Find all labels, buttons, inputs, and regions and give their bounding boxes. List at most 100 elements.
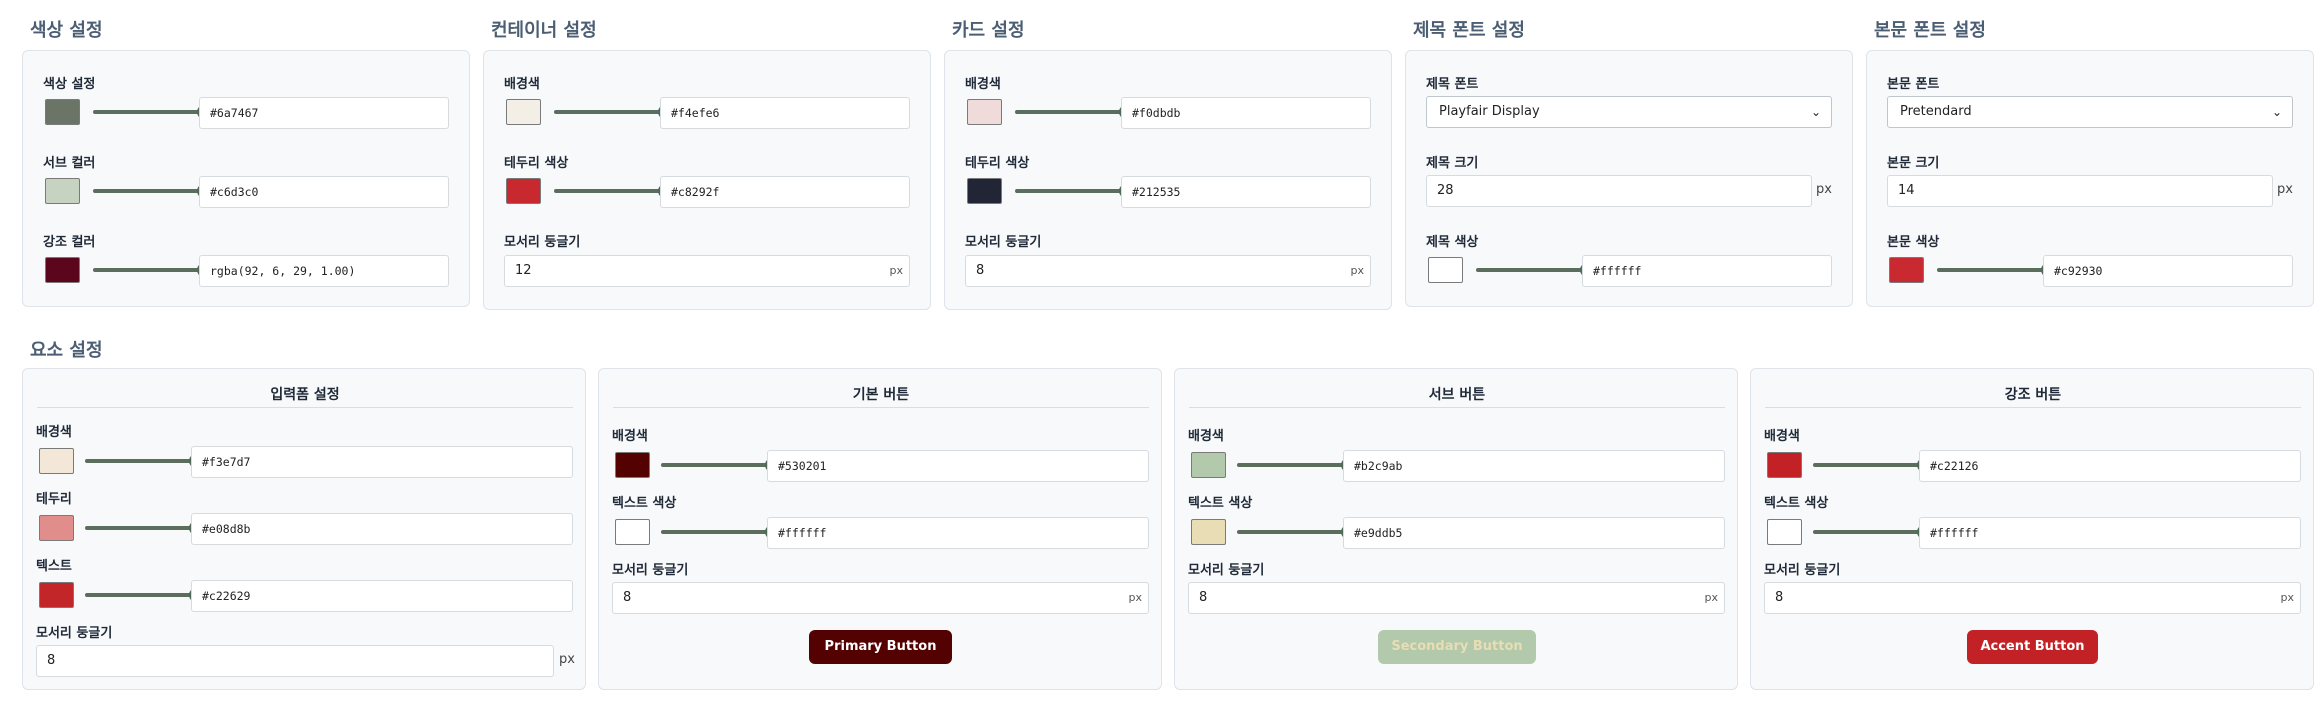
accent-bg-swatch[interactable] xyxy=(1767,452,1802,478)
section-title-container: 컨테이너 설정 xyxy=(491,20,597,41)
color-settings-panel: 색상 설정 #6a7467 서브 컬러 #c6d3c0 강조 컬러 rgba(9… xyxy=(22,50,470,307)
container-bg-slider[interactable] xyxy=(554,104,672,120)
title-size-input[interactable]: 28 xyxy=(1426,175,1812,207)
input-border-input[interactable]: #e08d8b xyxy=(191,513,573,545)
sub-color-slider[interactable] xyxy=(93,183,211,199)
container-bg-swatch[interactable] xyxy=(506,99,541,125)
container-border-swatch[interactable] xyxy=(506,178,541,204)
primary-radius-value: 8 xyxy=(623,590,632,605)
card-border-input[interactable]: #212535 xyxy=(1121,176,1371,208)
secondary-button-title: 서브 버튼 xyxy=(1428,387,1486,403)
body-color-swatch[interactable] xyxy=(1889,257,1924,283)
secondary-bg-slider[interactable] xyxy=(1237,457,1355,473)
primary-radius-label: 모서리 둥글기 xyxy=(612,563,689,578)
secondary-radius-unit: px xyxy=(1704,591,1719,604)
accent-button-panel: 강조 버튼 배경색 #c22126 텍스트 색상 #ffffff 모서리 둥글기… xyxy=(1750,368,2314,690)
accent-radius-label: 모서리 둥글기 xyxy=(1764,563,1841,578)
secondary-text-input[interactable]: #e9ddb5 xyxy=(1343,517,1725,549)
accent-color-swatch[interactable] xyxy=(45,257,80,283)
accent-bg-label: 배경색 xyxy=(1764,429,1800,444)
accent-text-slider[interactable] xyxy=(1813,524,1931,540)
card-bg-input[interactable]: #f0dbdb xyxy=(1121,97,1371,129)
primary-bg-input[interactable]: #530201 xyxy=(767,450,1149,482)
primary-button-preview[interactable]: Primary Button xyxy=(809,630,952,664)
card-radius-input[interactable]: 8 px xyxy=(965,255,1371,287)
primary-text-slider[interactable] xyxy=(661,524,779,540)
card-border-swatch[interactable] xyxy=(967,178,1002,204)
accent-color-input[interactable]: rgba(92, 6, 29, 1.00) xyxy=(199,255,449,287)
primary-bg-swatch[interactable] xyxy=(615,452,650,478)
secondary-radius-input[interactable]: 8 px xyxy=(1188,582,1725,614)
accent-button-preview[interactable]: Accent Button xyxy=(1967,630,2098,664)
body-color-input[interactable]: #c92930 xyxy=(2043,255,2293,287)
section-title-card: 카드 설정 xyxy=(952,20,1025,41)
container-border-slider[interactable] xyxy=(554,183,672,199)
primary-radius-input[interactable]: 8 px xyxy=(612,582,1149,614)
card-radius-label: 모서리 둥글기 xyxy=(965,235,1042,250)
container-bg-label: 배경색 xyxy=(504,77,540,92)
title-size-label: 제목 크기 xyxy=(1426,156,1479,171)
secondary-text-label: 텍스트 색상 xyxy=(1188,496,1253,511)
title-color-swatch[interactable] xyxy=(1428,257,1463,283)
input-text-swatch[interactable] xyxy=(39,582,74,608)
input-radius-input[interactable]: 8 xyxy=(36,645,554,677)
input-border-slider[interactable] xyxy=(85,520,203,536)
title-color-input[interactable]: #ffffff xyxy=(1582,255,1832,287)
accent-bg-slider[interactable] xyxy=(1813,457,1931,473)
card-bg-slider[interactable] xyxy=(1015,104,1133,120)
card-radius-value: 8 xyxy=(976,263,985,278)
secondary-button-preview[interactable]: Secondary Button xyxy=(1378,630,1536,664)
accent-text-swatch[interactable] xyxy=(1767,519,1802,545)
primary-color-slider[interactable] xyxy=(93,104,211,120)
card-border-slider[interactable] xyxy=(1015,183,1133,199)
secondary-bg-label: 배경색 xyxy=(1188,429,1224,444)
title-font-select[interactable]: Playfair Display ⌄ xyxy=(1426,96,1832,128)
input-radius-unit: px xyxy=(559,652,575,667)
accent-color-slider[interactable] xyxy=(93,262,211,278)
sub-color-swatch[interactable] xyxy=(45,178,80,204)
sub-color-label: 서브 컬러 xyxy=(43,156,96,171)
input-bg-swatch[interactable] xyxy=(39,448,74,474)
container-settings-panel: 배경색 #f4efe6 테두리 색상 #c8292f 모서리 둥글기 12 px xyxy=(483,50,931,310)
primary-bg-slider[interactable] xyxy=(661,457,779,473)
primary-button-panel: 기본 버튼 배경색 #530201 텍스트 색상 #ffffff 모서리 둥글기… xyxy=(598,368,1162,690)
secondary-bg-input[interactable]: #b2c9ab xyxy=(1343,450,1725,482)
body-font-panel: 본문 폰트 Pretendard ⌄ 본문 크기 14 px 본문 색상 #c9… xyxy=(1866,50,2314,307)
body-color-slider[interactable] xyxy=(1937,262,2055,278)
input-text-input[interactable]: #c22629 xyxy=(191,580,573,612)
chevron-down-icon: ⌄ xyxy=(2271,105,2282,119)
primary-bg-label: 배경색 xyxy=(612,429,648,444)
accent-bg-input[interactable]: #c22126 xyxy=(1919,450,2301,482)
container-border-input[interactable]: #c8292f xyxy=(660,176,910,208)
accent-radius-value: 8 xyxy=(1775,590,1784,605)
body-size-label: 본문 크기 xyxy=(1887,156,1940,171)
sub-color-input[interactable]: #c6d3c0 xyxy=(199,176,449,208)
secondary-bg-swatch[interactable] xyxy=(1191,452,1226,478)
container-bg-input[interactable]: #f4efe6 xyxy=(660,97,910,129)
secondary-text-swatch[interactable] xyxy=(1191,519,1226,545)
primary-text-label: 텍스트 색상 xyxy=(612,496,677,511)
container-radius-input[interactable]: 12 px xyxy=(504,255,910,287)
primary-color-input[interactable]: #6a7467 xyxy=(199,97,449,129)
input-border-swatch[interactable] xyxy=(39,515,74,541)
primary-color-swatch[interactable] xyxy=(45,99,80,125)
input-text-slider[interactable] xyxy=(85,587,203,603)
input-bg-slider[interactable] xyxy=(85,453,203,469)
section-title-title-font: 제목 폰트 설정 xyxy=(1413,20,1525,41)
title-font-selected: Playfair Display xyxy=(1439,104,1540,119)
primary-text-input[interactable]: #ffffff xyxy=(767,517,1149,549)
accent-radius-input[interactable]: 8 px xyxy=(1764,582,2301,614)
title-color-slider[interactable] xyxy=(1476,262,1594,278)
accent-text-input[interactable]: #ffffff xyxy=(1919,517,2301,549)
primary-text-swatch[interactable] xyxy=(615,519,650,545)
secondary-text-slider[interactable] xyxy=(1237,524,1355,540)
card-bg-swatch[interactable] xyxy=(967,99,1002,125)
body-font-select[interactable]: Pretendard ⌄ xyxy=(1887,96,2293,128)
body-size-input[interactable]: 14 xyxy=(1887,175,2273,207)
container-radius-unit: px xyxy=(889,264,904,277)
container-radius-label: 모서리 둥글기 xyxy=(504,235,581,250)
secondary-button-panel: 서브 버튼 배경색 #b2c9ab 텍스트 색상 #e9ddb5 모서리 둥글기… xyxy=(1174,368,1738,690)
input-radius-label: 모서리 둥글기 xyxy=(36,626,113,641)
input-bg-input[interactable]: #f3e7d7 xyxy=(191,446,573,478)
card-bg-label: 배경색 xyxy=(965,77,1001,92)
